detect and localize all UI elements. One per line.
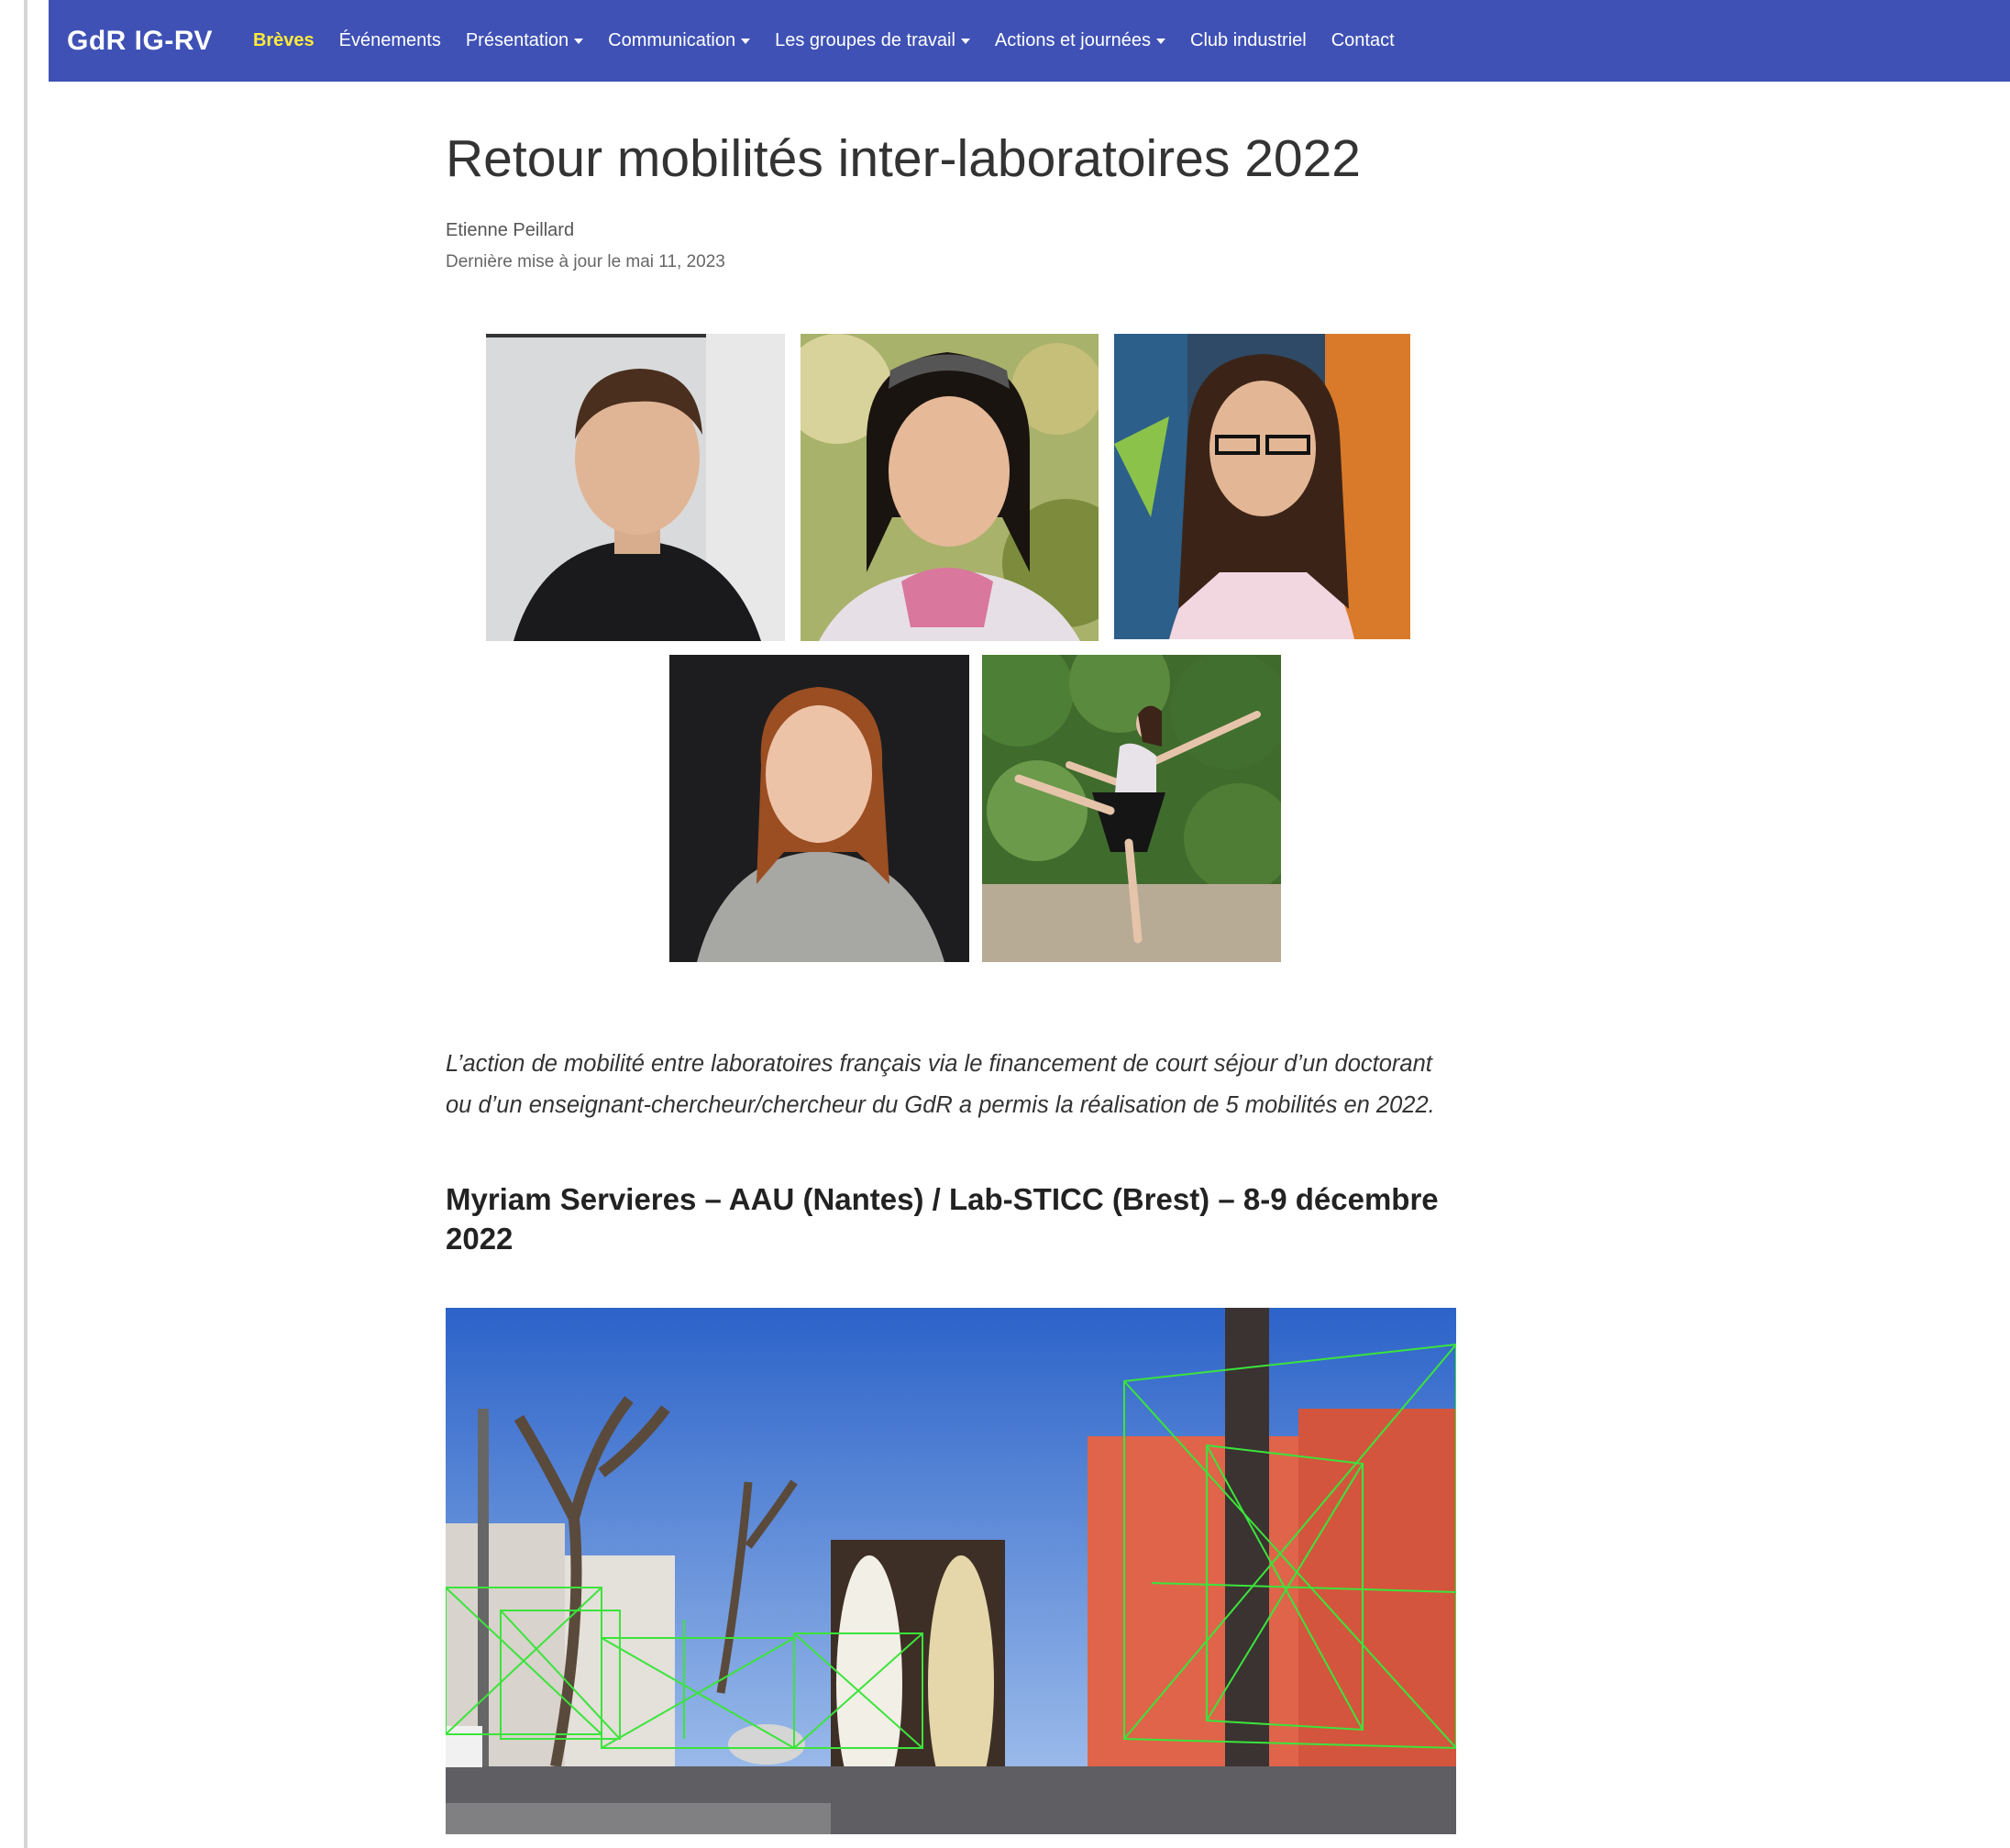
article-updated-date: Dernière mise à jour le mai 11, 2023 bbox=[446, 252, 725, 271]
article-author: Etienne Peillard bbox=[446, 220, 575, 240]
nav-club-industriel[interactable]: Club industriel bbox=[1190, 30, 1307, 51]
dancer-photo-5 bbox=[982, 655, 1281, 962]
lead-paragraph: L’action de mobilité entre laboratoires … bbox=[446, 1050, 1435, 1118]
window-left-edge bbox=[0, 0, 28, 1848]
augmented-street-photo bbox=[446, 1308, 1456, 1834]
portrait-photo-4 bbox=[669, 655, 969, 962]
nav-contact[interactable]: Contact bbox=[1331, 30, 1395, 51]
site-brand[interactable]: GdR IG-RV bbox=[67, 26, 213, 57]
nav-communication[interactable]: Communication bbox=[608, 30, 751, 51]
nav-groupes-de-travail[interactable]: Les groupes de travail bbox=[775, 30, 970, 51]
portrait-photo-3 bbox=[1114, 334, 1410, 639]
chevron-down-icon bbox=[1156, 38, 1165, 44]
chevron-down-icon bbox=[741, 38, 751, 44]
portrait-photo-1 bbox=[486, 334, 785, 641]
nav-breves[interactable]: Brèves bbox=[253, 30, 315, 51]
top-navbar: GdR IG-RV Brèves Événements Présentation… bbox=[49, 0, 2010, 82]
article-header: Retour mobilités inter-laboratoires 2022… bbox=[446, 128, 1458, 272]
chevron-down-icon bbox=[574, 38, 584, 44]
page-title: Retour mobilités inter-laboratoires 2022 bbox=[446, 129, 1362, 188]
section-heading: Myriam Servieres – AAU (Nantes) / Lab-ST… bbox=[446, 1182, 1439, 1256]
nav-actions-et-journees[interactable]: Actions et journées bbox=[995, 30, 1165, 51]
chevron-down-icon bbox=[960, 38, 970, 44]
portrait-photo-2 bbox=[801, 334, 1099, 641]
nav-presentation[interactable]: Présentation bbox=[466, 30, 584, 51]
nav-evenements[interactable]: Événements bbox=[339, 30, 441, 51]
